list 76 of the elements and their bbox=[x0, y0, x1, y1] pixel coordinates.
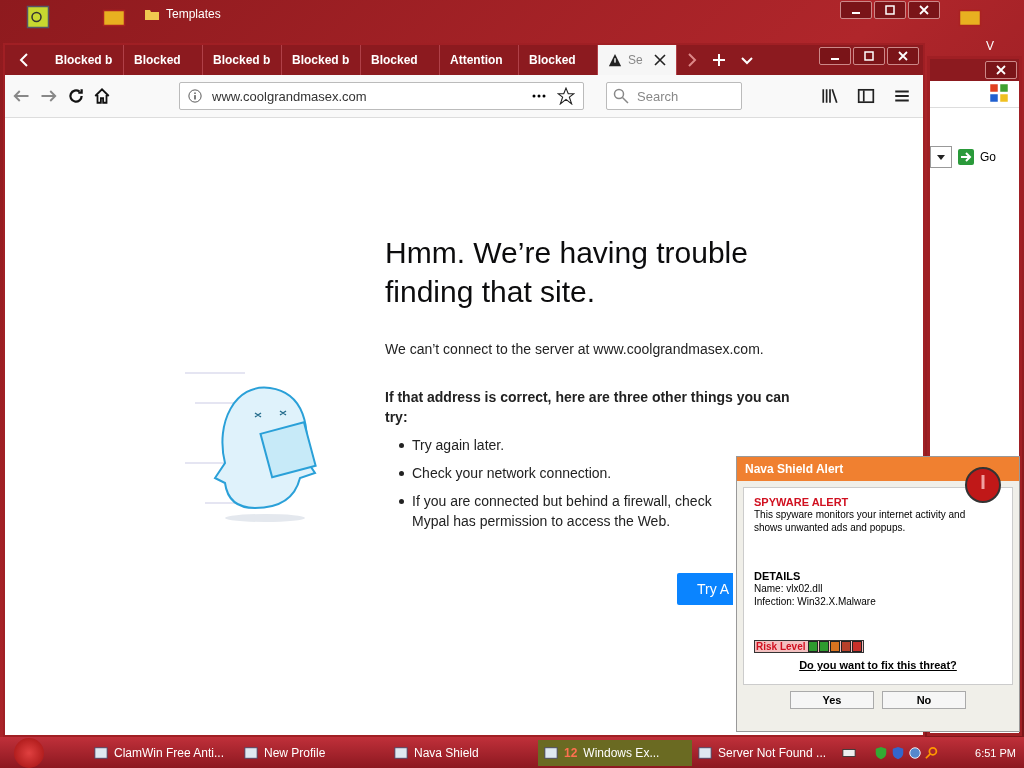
home-icon[interactable] bbox=[93, 87, 111, 105]
taskbar-label: ClamWin Free Anti... bbox=[114, 745, 225, 760]
detail-text: Infection: Win32.X.Malware bbox=[754, 595, 877, 608]
error-message: We can’t connect to the server at www.coolgrandmasex.com. bbox=[385, 341, 765, 357]
alert-button[interactable]: Yes bbox=[790, 691, 874, 709]
suggestion-text: If you are connected but behind a firewall, check Mypal has permission to access the Web. bbox=[412, 492, 712, 531]
minimize-icon bbox=[831, 58, 839, 60]
alert-heading: SPYWARE ALERT bbox=[754, 496, 850, 508]
new-tab-icon[interactable] bbox=[711, 52, 727, 68]
caret-icon bbox=[937, 154, 945, 160]
suggestions-heading: If that address is correct, here are three other things you can try: bbox=[385, 388, 791, 427]
taskbar-label: New Profile bbox=[264, 745, 326, 760]
error-heading: Hmm. We’re having trouble finding that site. bbox=[385, 235, 749, 310]
minimize-button[interactable] bbox=[819, 47, 851, 65]
info-icon bbox=[188, 89, 202, 103]
alert-icon bbox=[964, 466, 1002, 504]
window-icon bbox=[394, 745, 408, 760]
taskbar-label: Server Not Found ... bbox=[718, 745, 827, 760]
reload-icon[interactable] bbox=[67, 87, 85, 105]
shield-icon bbox=[891, 745, 905, 760]
taskbar-item[interactable]: ClamWin Free Anti... bbox=[88, 739, 238, 766]
minimize-icon bbox=[852, 12, 860, 14]
close-button[interactable] bbox=[985, 61, 1017, 79]
maximize-button[interactable] bbox=[853, 47, 885, 65]
taskbar-item[interactable]: Nava Shield bbox=[388, 739, 538, 766]
magnifier-icon bbox=[925, 745, 939, 760]
try-again-button[interactable]: Try A bbox=[677, 573, 733, 605]
close-icon bbox=[919, 5, 929, 15]
details-heading: DETAILS bbox=[754, 570, 802, 582]
start-button[interactable] bbox=[14, 737, 44, 768]
taskbar-item[interactable]: Server Not Found ... bbox=[692, 739, 842, 766]
maximize-button[interactable] bbox=[874, 1, 906, 19]
suggestion-text: Check your network connection. bbox=[412, 464, 612, 483]
bullet-icon bbox=[399, 443, 404, 448]
taskbar-item[interactable]: New Profile bbox=[238, 739, 388, 766]
suggestion-text: Try again later. bbox=[412, 436, 505, 455]
window-icon bbox=[544, 745, 558, 760]
library-icon[interactable] bbox=[821, 87, 839, 105]
taskbar-label: Windows Ex... bbox=[583, 745, 660, 760]
sidebar-icon[interactable] bbox=[857, 87, 875, 105]
bullet-icon bbox=[399, 471, 404, 476]
clock: 6:51 PM bbox=[975, 746, 1016, 759]
close-icon bbox=[898, 51, 908, 61]
shield-icon bbox=[874, 745, 888, 760]
close-icon[interactable] bbox=[654, 54, 666, 66]
alert-button[interactable]: No bbox=[882, 691, 966, 709]
go-button[interactable]: Go bbox=[958, 149, 996, 165]
alert-title: Nava Shield Alert bbox=[737, 457, 1019, 481]
window-icon bbox=[698, 745, 712, 760]
close-button[interactable] bbox=[887, 47, 919, 65]
dropdown-field[interactable] bbox=[930, 146, 952, 168]
folder-label: Templates bbox=[166, 7, 221, 21]
window-count: 12 bbox=[564, 745, 578, 760]
taskbar-item[interactable]: 12 Windows Ex... bbox=[538, 739, 692, 766]
minimize-button[interactable] bbox=[840, 1, 872, 19]
windows-logo-icon bbox=[989, 83, 1009, 103]
search-icon bbox=[613, 88, 629, 104]
fix-threat-link[interactable]: Do you want to fix this threat? bbox=[799, 659, 957, 671]
risk-label: Risk Level bbox=[756, 641, 806, 652]
alert-description: This spyware monitors your internet activity and shows unwanted ads and popups. bbox=[754, 508, 967, 534]
maximize-icon bbox=[864, 51, 874, 61]
bullet-icon bbox=[399, 499, 404, 504]
desktop-letter: V bbox=[986, 39, 994, 53]
menu-icon[interactable] bbox=[893, 87, 911, 105]
close-button[interactable] bbox=[908, 1, 940, 19]
window-icon bbox=[94, 745, 108, 760]
detail-text: Name: vlx02.dll bbox=[754, 582, 824, 595]
arrow-right-icon bbox=[958, 149, 974, 165]
close-icon bbox=[996, 65, 1006, 75]
globe-icon bbox=[908, 745, 922, 760]
star-icon[interactable] bbox=[557, 87, 575, 105]
search-field[interactable]: Search bbox=[606, 82, 742, 110]
window-icon bbox=[244, 745, 258, 760]
taskbar-label: Nava Shield bbox=[414, 745, 479, 760]
address-field[interactable]: www.coolgrandmasex.com bbox=[179, 82, 584, 110]
maximize-icon bbox=[885, 5, 895, 15]
